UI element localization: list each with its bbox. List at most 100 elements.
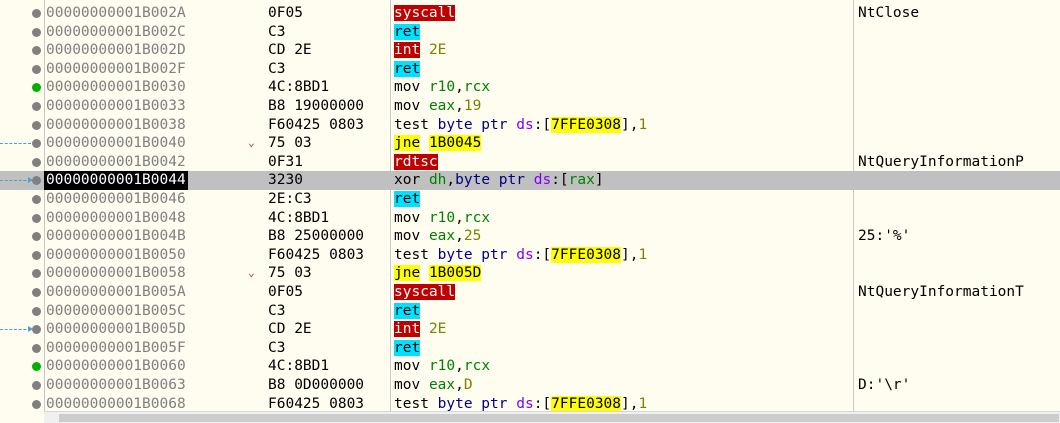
operand-token: 1B005D bbox=[428, 265, 482, 282]
instruction-row[interactable]: 00000000001B002D CD 2E int 2E bbox=[0, 41, 1060, 60]
instruction-row[interactable]: 00000000001B005D CD 2E int 2E bbox=[0, 320, 1060, 339]
operand-token: 1 bbox=[638, 116, 648, 133]
operand-token: ds bbox=[516, 246, 534, 263]
operand-token: ds bbox=[516, 395, 534, 412]
instruction-row[interactable]: 00000000001B0058 ⌄ 75 03 jne 1B005D bbox=[0, 264, 1060, 283]
breakpoint-dot-icon[interactable] bbox=[32, 64, 41, 74]
instruction-row[interactable]: 00000000001B0030 4C:8BD1 mov r10,rcx bbox=[0, 78, 1060, 97]
operand-token bbox=[420, 377, 429, 393]
breakpoint-dot-icon[interactable] bbox=[32, 195, 41, 204]
operand-token: ds bbox=[533, 172, 552, 189]
instruction-text: xor dh,byte ptr ds:[rax] bbox=[394, 171, 604, 190]
breakpoint-dot-icon[interactable] bbox=[32, 250, 41, 260]
horizontal-scrollbar[interactable] bbox=[44, 411, 1060, 423]
operand-token: 25 bbox=[463, 228, 482, 245]
instruction-row[interactable]: 00000000001B002F C3 ret bbox=[0, 60, 1060, 79]
breakpoint-dot-icon[interactable] bbox=[32, 269, 41, 279]
instruction-address: 00000000001B0046 bbox=[46, 191, 186, 207]
instruction-address: 00000000001B0048 bbox=[46, 209, 186, 226]
breakpoint-dot-icon[interactable] bbox=[32, 157, 41, 167]
breakpoint-dot-icon[interactable] bbox=[32, 139, 41, 149]
operand-token bbox=[420, 210, 429, 226]
instruction-bytes: C3 bbox=[268, 302, 286, 319]
instruction-bytes: B8 19000000 bbox=[268, 98, 365, 114]
instruction-bytes: 4C:8BD1 bbox=[268, 79, 330, 96]
operand-token: 1 bbox=[638, 246, 648, 263]
breakpoint-dot-icon[interactable] bbox=[32, 213, 41, 223]
instruction-row[interactable]: 00000000001B0050 F60425 0803 test byte ptr… bbox=[0, 246, 1060, 265]
instruction-bytes: C3 bbox=[268, 60, 286, 77]
instruction-row[interactable]: 00000000001B0060 4C:8BD1 mov r10,rcx bbox=[0, 357, 1060, 376]
breakpoint-dot-icon[interactable] bbox=[32, 27, 41, 37]
operand-token: :[ bbox=[533, 246, 552, 263]
mnemonic: ret bbox=[394, 302, 421, 319]
instruction-row-selected[interactable]: 00000000001B0044 3230 xor dh,byte ptr ds:[… bbox=[0, 171, 1060, 190]
operand-token: eax bbox=[428, 377, 456, 393]
instruction-address: 00000000001B002F bbox=[46, 60, 186, 77]
instruction-row[interactable]: 00000000001B005C C3 ret bbox=[0, 302, 1060, 321]
instruction-row[interactable]: 00000000001B0033 B8 19000000 mov eax,19 bbox=[0, 97, 1060, 116]
instruction-row[interactable]: 00000000001B0046 2E:C3 ret bbox=[0, 190, 1060, 209]
instruction-comment: NtClose bbox=[858, 5, 920, 21]
instruction-address: 00000000001B002D bbox=[46, 42, 186, 59]
instruction-bytes: F60425 0803 bbox=[268, 246, 365, 263]
operand-token: r10 bbox=[428, 79, 456, 96]
operand-token bbox=[525, 172, 534, 188]
instruction-text: int 2E bbox=[394, 320, 446, 339]
breakpoint-dot-icon[interactable] bbox=[32, 176, 41, 186]
instruction-row[interactable]: 00000000001B0042 0F31 rdtsc NtQueryInformat… bbox=[0, 153, 1060, 172]
operand-token: dh bbox=[428, 172, 447, 189]
instruction-text: test byte ptr ds:[7FFE0308],1 bbox=[394, 246, 647, 265]
operand-token: , bbox=[455, 358, 464, 375]
breakpoint-dot-icon[interactable] bbox=[32, 46, 41, 56]
operand-token: r10 bbox=[428, 358, 456, 375]
instruction-comment: NtQueryInformationT bbox=[858, 284, 1024, 300]
operand-token bbox=[420, 172, 429, 188]
operand-token bbox=[429, 247, 438, 263]
instruction-address: 00000000001B0050 bbox=[46, 246, 186, 263]
instruction-row[interactable]: 00000000001B005F C3 ret bbox=[0, 339, 1060, 358]
instruction-bytes: B8 0D000000 bbox=[268, 377, 365, 393]
instruction-row[interactable]: 00000000001B002A 0F05 syscall NtClose bbox=[0, 4, 1060, 23]
breakpoint-dot-icon[interactable] bbox=[32, 9, 41, 18]
breakpoint-dot-icon[interactable] bbox=[32, 232, 41, 242]
breakpoint-dot-icon[interactable] bbox=[32, 399, 41, 409]
breakpoint-dot-icon[interactable] bbox=[32, 120, 41, 130]
operand-token: ] bbox=[594, 172, 604, 189]
instruction-row[interactable]: 00000000001B004B B8 25000000 mov eax,25 25:… bbox=[0, 227, 1060, 246]
breakpoint-dot-icon[interactable] bbox=[32, 325, 41, 335]
operand-token: 7FFE0308 bbox=[551, 395, 622, 412]
mnemonic: mov bbox=[394, 358, 421, 375]
instruction-row[interactable]: 00000000001B002C C3 ret bbox=[0, 23, 1060, 42]
scrollbar-thumb[interactable] bbox=[59, 414, 1059, 422]
instruction-row[interactable]: 00000000001B005A 0F05 syscall NtQueryInform… bbox=[0, 283, 1060, 302]
breakpoint-dot-icon[interactable] bbox=[32, 306, 41, 316]
breakpoint-dot-icon[interactable] bbox=[32, 83, 41, 93]
instruction-text: syscall bbox=[394, 4, 456, 23]
instruction-address: 00000000001B0060 bbox=[46, 358, 186, 375]
instruction-text: int 2E bbox=[394, 41, 446, 60]
instruction-row[interactable]: 00000000001B0063 B8 0D000000 mov eax,D D:'\… bbox=[0, 376, 1060, 395]
instruction-bytes: 4C:8BD1 bbox=[268, 209, 330, 226]
instruction-bytes: 0F05 bbox=[268, 284, 303, 300]
instruction-bytes: 3230 bbox=[268, 172, 303, 189]
instruction-address: 00000000001B005F bbox=[46, 339, 186, 356]
instruction-row[interactable]: 00000000001B0040 ⌄ 75 03 jne 1B0045 bbox=[0, 134, 1060, 153]
instruction-text: mov eax,D bbox=[394, 376, 473, 395]
breakpoint-dot-icon[interactable] bbox=[32, 343, 41, 353]
breakpoint-dot-icon[interactable] bbox=[32, 362, 41, 372]
disassembly-view[interactable]: 00000000001B002A 0F05 syscall NtClose 000000… bbox=[0, 0, 1060, 423]
breakpoint-dot-icon[interactable] bbox=[32, 288, 41, 297]
instruction-address: 00000000001B005D bbox=[46, 321, 186, 338]
breakpoint-dot-icon[interactable] bbox=[32, 102, 41, 111]
operand-token: , bbox=[455, 98, 464, 114]
instruction-address: 00000000001B004B bbox=[46, 228, 186, 245]
jump-arrow-icon bbox=[0, 143, 31, 145]
instruction-row[interactable]: 00000000001B0038 F60425 0803 test byte ptr… bbox=[0, 116, 1060, 135]
operand-token bbox=[420, 358, 429, 374]
instruction-bytes: 75 03 bbox=[268, 265, 312, 282]
breakpoint-dot-icon[interactable] bbox=[32, 381, 41, 390]
instruction-bytes: 0F05 bbox=[268, 5, 303, 21]
instruction-row[interactable]: 00000000001B0048 4C:8BD1 mov r10,rcx bbox=[0, 209, 1060, 228]
mnemonic: mov bbox=[394, 209, 421, 226]
